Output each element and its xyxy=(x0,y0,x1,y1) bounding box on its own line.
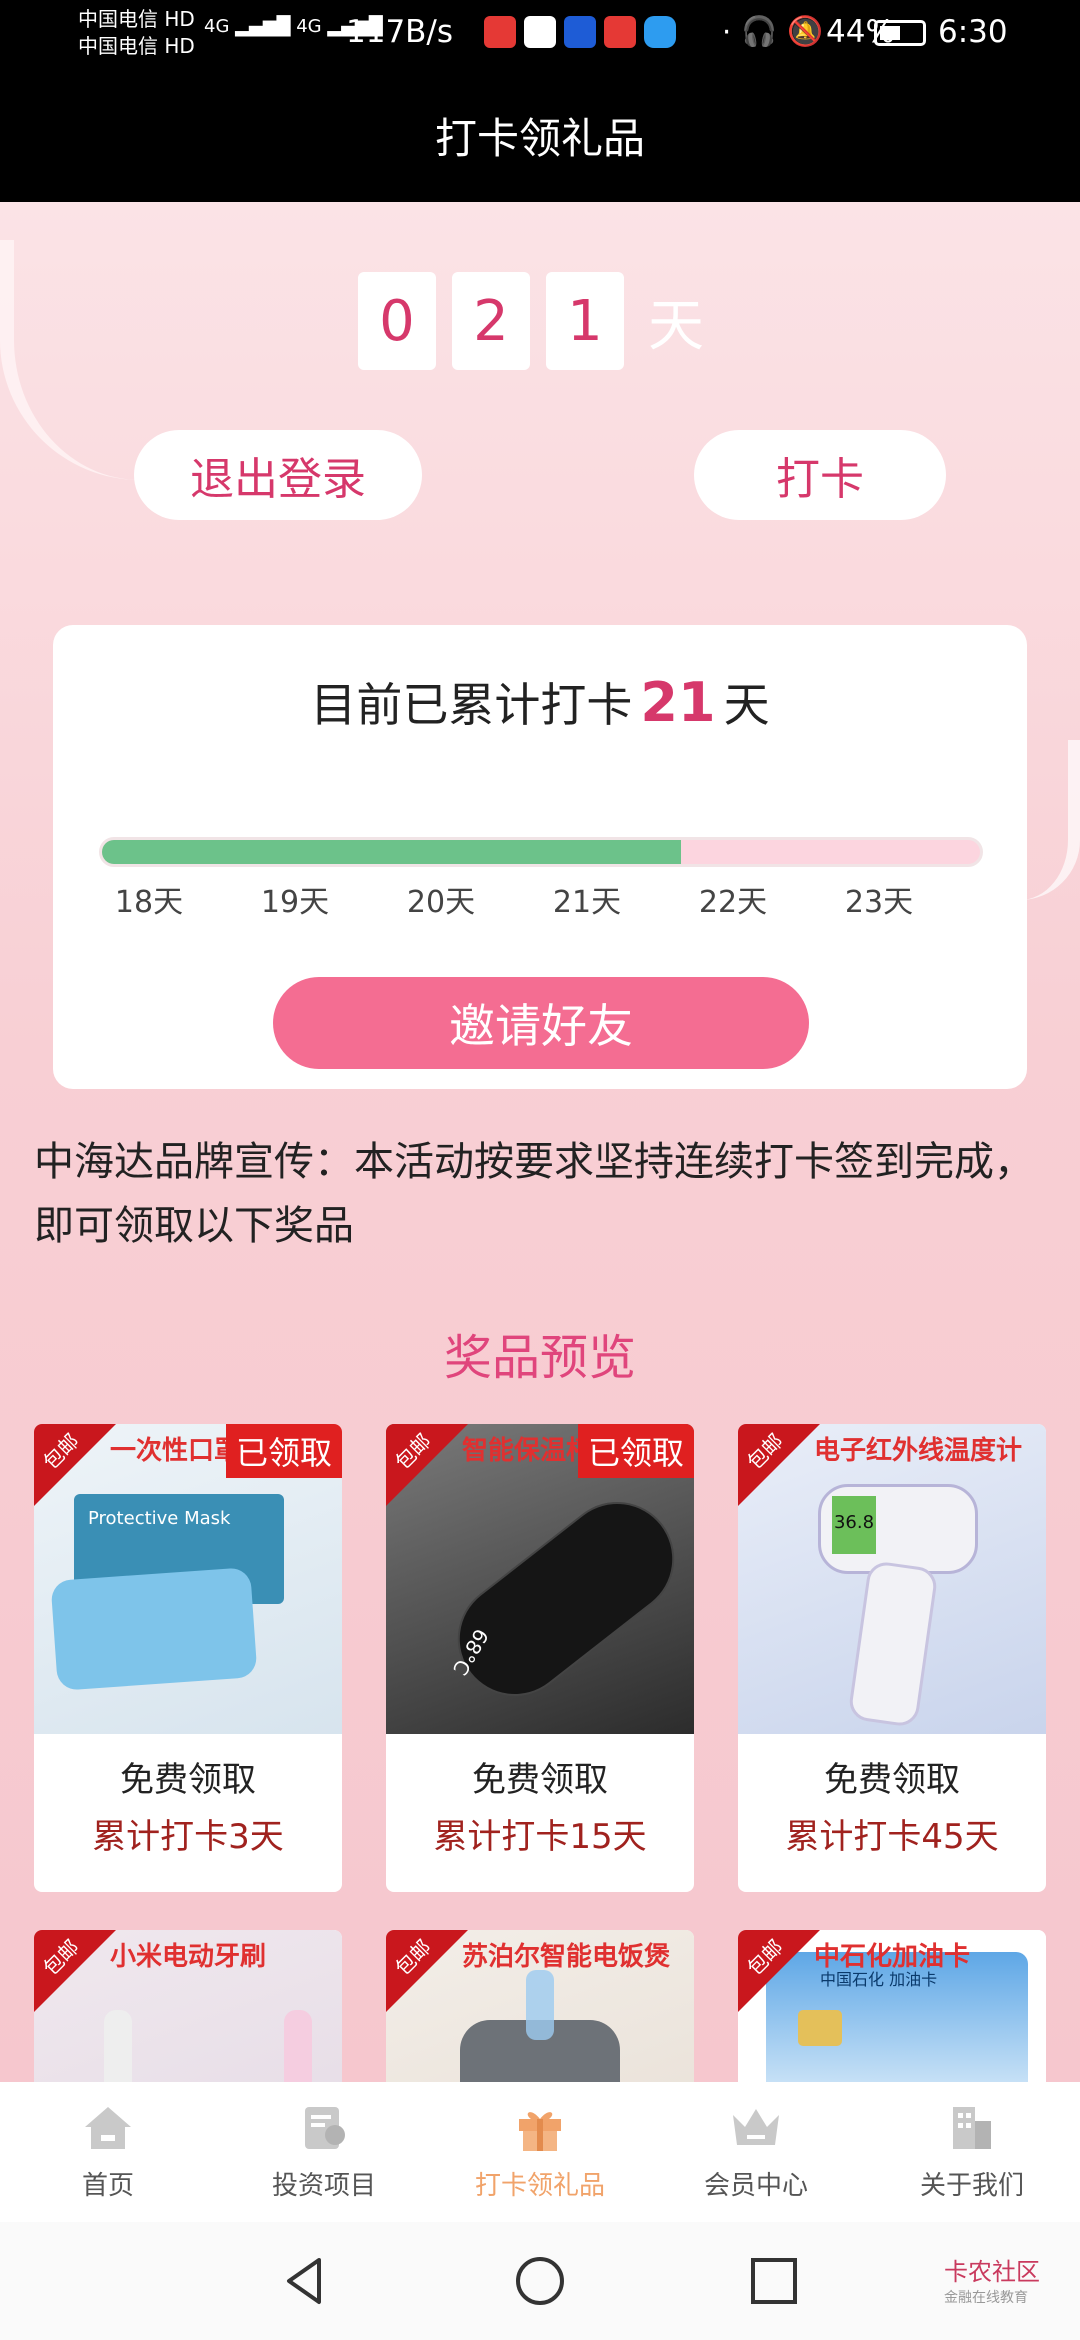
progress-tick: 18天 xyxy=(114,885,184,920)
day-counter: 0 2 1 天 xyxy=(358,272,704,370)
invite-friends-button[interactable]: 邀请好友 xyxy=(273,977,809,1069)
bottom-tab-bar: 首页 投资项目 打卡领礼品 会员中心 关于我们 xyxy=(0,2082,1080,2222)
carrier-2: 中国电信 xyxy=(78,34,158,58)
network-speed: 117B/s xyxy=(346,14,454,50)
hd-badge: HD xyxy=(164,34,195,58)
counter-digit: 1 xyxy=(546,272,624,370)
back-icon[interactable] xyxy=(279,2254,333,2308)
crown-icon xyxy=(729,2103,783,2153)
home-icon xyxy=(81,2103,135,2153)
prize-requirement: 累计打卡15天 xyxy=(433,1817,647,1857)
counter-unit: 天 xyxy=(648,293,704,359)
hd-badge: HD xyxy=(164,7,195,31)
status-bar: 中国电信 HD 中国电信 HD 4G ▂▄▆█ 4G ▂▄▆█ 117B/s ·… xyxy=(0,0,1080,68)
headset-icon: 🎧 xyxy=(741,14,778,48)
watermark: 卡农社区 金融在线教育 xyxy=(944,2258,1040,2306)
system-nav-bar xyxy=(0,2222,1080,2340)
document-icon xyxy=(297,2103,351,2153)
prize-image: Protective Mask 包邮 一次性口罩 已领取 xyxy=(34,1424,342,1734)
tab-label: 打卡领礼品 xyxy=(474,2170,605,2201)
prize-requirement: 累计打卡45天 xyxy=(785,1817,999,1857)
progress-tick: 20天 xyxy=(406,885,476,920)
progress-bar xyxy=(99,837,983,867)
free-claim-label: 免费领取 xyxy=(824,1760,960,1800)
tab-checkin-gifts[interactable]: 打卡领礼品 xyxy=(432,2082,648,2222)
checkin-button[interactable]: 打卡 xyxy=(694,430,946,520)
thermometer-handle xyxy=(847,1559,939,1729)
mute-icon: 🔕 xyxy=(787,14,824,48)
claimed-badge: 已领取 xyxy=(577,1424,694,1478)
progress-title: 目前已累计打卡 21 天 xyxy=(310,671,770,734)
prize-card-mask[interactable]: Protective Mask 包邮 一次性口罩 已领取 免费领取 累计打卡3天 xyxy=(34,1424,342,1892)
free-claim-label: 免费领取 xyxy=(472,1760,608,1800)
tab-about-us[interactable]: 关于我们 xyxy=(864,2082,1080,2222)
logout-button[interactable]: 退出登录 xyxy=(134,430,422,520)
bottle-shape xyxy=(437,1481,694,1717)
prize-name: 电子红外线温度计 xyxy=(814,1436,1023,1466)
card-chip xyxy=(798,2010,842,2046)
building-icon xyxy=(945,2103,999,2153)
tab-label: 关于我们 xyxy=(919,2170,1024,2201)
prize-name: 中石化加油卡 xyxy=(814,1942,971,1972)
tab-label: 投资项目 xyxy=(271,2170,376,2201)
app-notification-icon xyxy=(604,16,636,48)
tab-label: 首页 xyxy=(81,2170,134,2201)
activity-description: 中海达品牌宣传：本活动按要求坚持连续打卡签到完成，即可领取以下奖品 xyxy=(34,1139,1034,1249)
carrier-info: 中国电信 HD 中国电信 HD xyxy=(78,6,195,60)
battery-icon xyxy=(874,20,926,46)
home-nav-icon[interactable] xyxy=(513,2254,567,2308)
prize-card-bottle[interactable]: 68°C 包邮 智能保温杯 已领取 免费领取 累计打卡15天 xyxy=(386,1424,694,1892)
dot-icon: · xyxy=(722,14,732,49)
clock: 6:30 xyxy=(938,14,1008,50)
weibo-icon xyxy=(524,16,556,48)
progress-tick: 22天 xyxy=(698,885,768,920)
prize-image: 68°C 包邮 智能保温杯 已领取 xyxy=(386,1424,694,1734)
app-notification-icon xyxy=(484,16,516,48)
free-claim-label: 免费领取 xyxy=(120,1760,256,1800)
checkin-days: 21 xyxy=(640,671,716,734)
progress-tick: 19天 xyxy=(260,885,330,920)
progress-tick: 23天 xyxy=(844,885,914,920)
tab-home[interactable]: 首页 xyxy=(0,2082,216,2222)
counter-digit: 0 xyxy=(358,272,436,370)
tab-projects[interactable]: 投资项目 xyxy=(216,2082,432,2222)
browser-icon xyxy=(644,16,676,48)
mask-shape xyxy=(50,1567,258,1691)
claimed-badge: 已领取 xyxy=(225,1424,342,1478)
prize-card-thermometer[interactable]: 36.8 包邮 电子红外线温度计 免费领取 累计打卡45天 xyxy=(738,1424,1046,1892)
counter-digit: 2 xyxy=(452,272,530,370)
recents-icon[interactable] xyxy=(747,2254,801,2308)
prize-image: 36.8 包邮 电子红外线温度计 xyxy=(738,1424,1046,1734)
progress-tick: 21天 xyxy=(552,885,622,920)
thermometer-display: 36.8 xyxy=(832,1496,876,1554)
carrier-1: 中国电信 xyxy=(78,7,158,31)
gift-icon xyxy=(513,2103,567,2153)
progress-fill xyxy=(102,840,682,864)
app-notification-icon xyxy=(564,16,596,48)
notification-icons xyxy=(484,16,676,48)
tab-member-center[interactable]: 会员中心 xyxy=(648,2082,864,2222)
steam-shape xyxy=(526,1970,554,2040)
prize-name: 小米电动牙刷 xyxy=(110,1942,267,1972)
tab-label: 会员中心 xyxy=(703,2170,808,2201)
progress-card: 目前已累计打卡 21 天 18天 19天 20天 21天 22天 23天 邀请好友 xyxy=(53,625,1027,1089)
prize-requirement: 累计打卡3天 xyxy=(92,1817,284,1857)
prize-name: 苏泊尔智能电饭煲 xyxy=(462,1942,671,1972)
prize-section-title: 奖品预览 xyxy=(443,1330,636,1386)
page-title: 打卡领礼品 xyxy=(0,68,1080,202)
